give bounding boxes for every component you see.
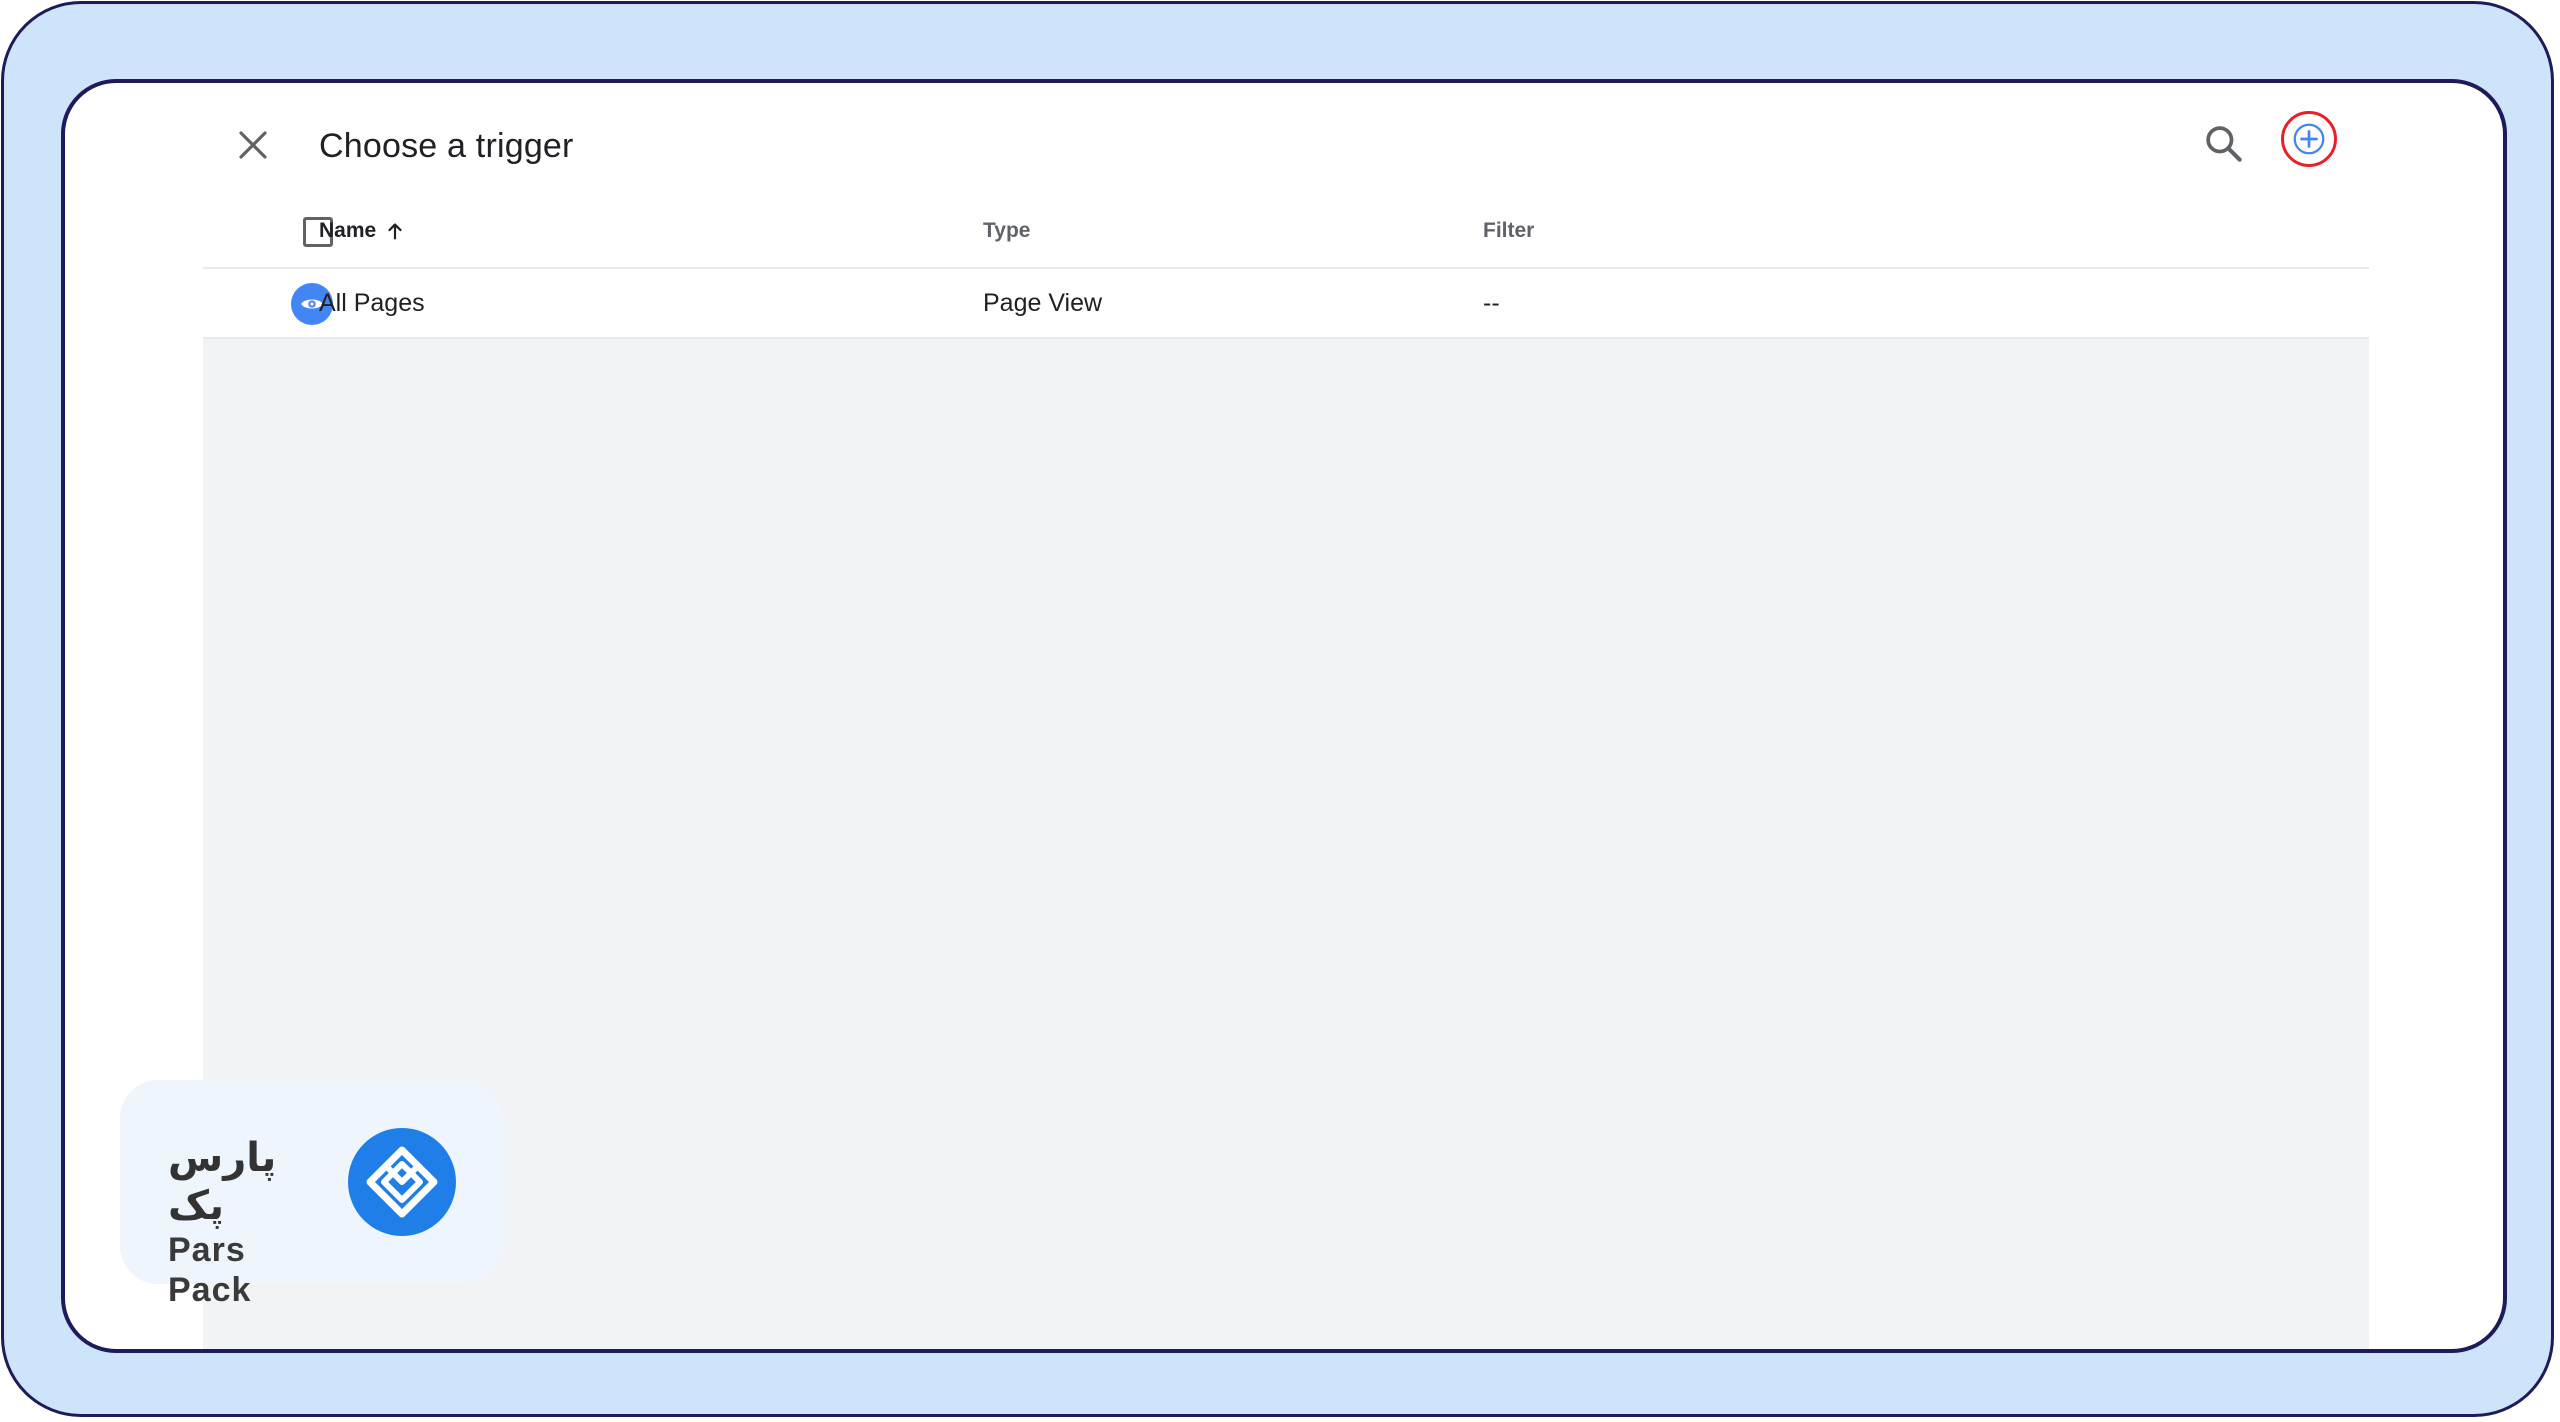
parspack-logo: پارس پک Pars Pack [120,1080,502,1309]
row-name: All Pages [319,289,425,317]
column-name-label: Name [319,219,377,242]
column-header-name[interactable]: Name [319,195,406,267]
logo-english: Pars Pack [168,1231,252,1309]
close-icon [239,131,267,159]
column-header-type[interactable]: Type [983,195,1030,267]
page-title: Choose a trigger [319,127,574,165]
search-icon [2206,126,2242,162]
table-row[interactable]: All Pages Page View -- [203,269,2369,337]
search-button[interactable] [2199,119,2249,169]
arrow-up-icon [384,220,406,242]
add-trigger-button[interactable] [2281,111,2337,167]
logo-text: پارس پک Pars Pack [168,1134,338,1309]
logo-persian: پارس پک [168,1136,277,1228]
row-type: Page View [983,289,1103,317]
close-button[interactable] [229,121,277,169]
logo-mark-icon [348,1128,456,1236]
dialog-header: Choose a trigger [65,83,2503,203]
empty-table-area [203,339,2369,1349]
row-filter: -- [1483,289,1500,317]
add-circle-icon [2293,123,2325,155]
column-header-filter[interactable]: Filter [1483,195,1534,267]
